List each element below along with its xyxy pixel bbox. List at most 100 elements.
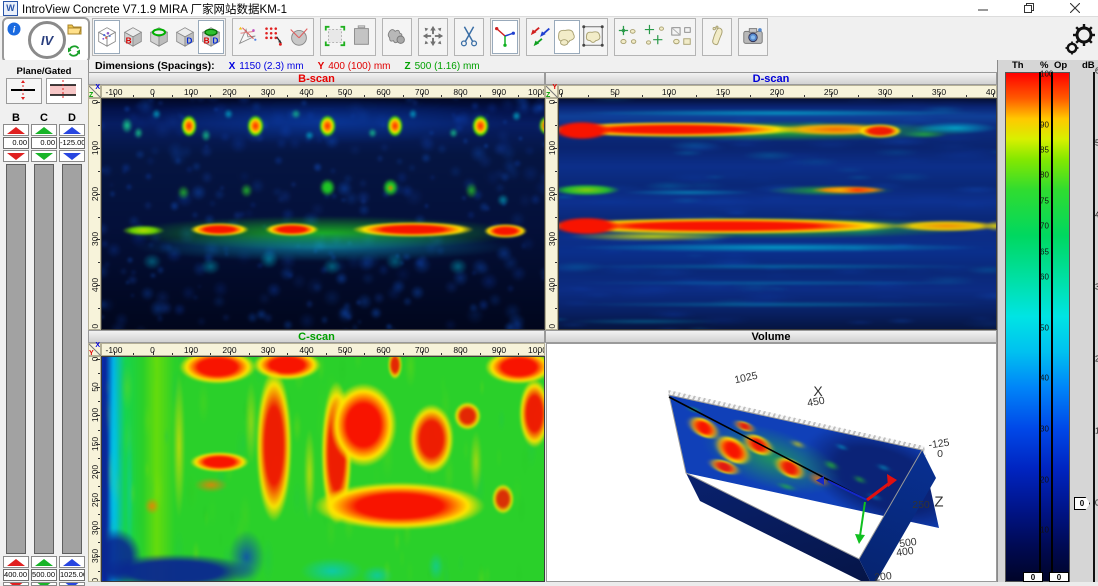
top-value-field[interactable]: 0.00: [3, 137, 29, 149]
axis-tick: [96, 472, 100, 473]
view-b-scan-cube-button[interactable]: B: [120, 20, 146, 54]
slider-track[interactable]: [62, 164, 82, 554]
slider-track[interactable]: [6, 164, 26, 554]
view-c-scan-cube-button[interactable]: [146, 20, 172, 54]
spin-down-button[interactable]: [59, 150, 85, 162]
axis-tick: [345, 93, 346, 97]
axis-minor-tick: [287, 95, 288, 98]
opacity-line[interactable]: [1051, 72, 1053, 582]
axis-minor-tick: [98, 514, 101, 515]
view-volume-cube-button[interactable]: [94, 20, 120, 54]
arrows-rgb-icon: [529, 24, 553, 51]
crosshair-blobs-button[interactable]: [616, 20, 642, 54]
opacity-bottom-handle[interactable]: 0: [1049, 572, 1069, 582]
db-zero-marker[interactable]: 0: [1074, 497, 1090, 510]
spin-up-button[interactable]: [31, 124, 57, 136]
c-scan-title: C-scan: [298, 331, 335, 343]
b-scan-image[interactable]: [101, 98, 545, 330]
blob-cluster-button[interactable]: [554, 20, 580, 54]
move-arrows-button[interactable]: [420, 20, 446, 54]
axis-minor-tick: [364, 95, 365, 98]
arrows-rgb-button[interactable]: [528, 20, 554, 54]
axis-minor-tick: [441, 353, 442, 356]
down-arrow-icon: [7, 582, 25, 586]
threshold-bottom-handle[interactable]: 0: [1023, 572, 1043, 582]
minimize-button[interactable]: [960, 0, 1006, 16]
axis-gizmo-button[interactable]: [492, 20, 518, 54]
maximize-button[interactable]: [1006, 0, 1052, 16]
axis-tick: [114, 93, 115, 97]
sphere-tool-button[interactable]: [286, 20, 312, 54]
camera-button[interactable]: [740, 20, 766, 54]
expand-corners-button[interactable]: [322, 20, 348, 54]
slider-track[interactable]: [34, 164, 54, 554]
axis-tick: [153, 93, 154, 97]
b-scan-vertical-ruler: 0100200300400500: [88, 98, 101, 330]
heatmap-layers: [101, 98, 545, 330]
bottom-value-field[interactable]: 500.00: [31, 569, 57, 581]
puzzle-pan-button[interactable]: [384, 20, 410, 54]
axis-tick: [230, 93, 231, 97]
axis-tick: [422, 351, 423, 355]
scissors-button[interactable]: [456, 20, 482, 54]
crosshair-blobs-alt-button[interactable]: [642, 20, 668, 54]
footprint-button[interactable]: [704, 20, 730, 54]
percent-scale-label: 100: [1040, 70, 1053, 79]
view-d-scan-cube-button[interactable]: D: [172, 20, 198, 54]
axis-tick-label: 500: [88, 319, 101, 330]
c-scan-axis-corner: X Y: [88, 343, 101, 356]
c-scan-image[interactable]: [101, 356, 545, 582]
column-label: B: [3, 112, 29, 124]
spin-up-button[interactable]: [59, 124, 85, 136]
open-file-button[interactable]: [66, 20, 82, 36]
picker-rays-button[interactable]: [234, 20, 260, 54]
axis-tick-label: 1000: [526, 345, 546, 355]
crosshair-blobs-alt-icon: [643, 24, 667, 51]
volume-title: Volume: [752, 331, 791, 343]
axis-minor-tick: [326, 95, 327, 98]
b-scan-axis-corner: X Z: [88, 85, 101, 98]
axis-minor-tick: [480, 353, 481, 356]
rect-blobs-button[interactable]: [668, 20, 694, 54]
bottom-spin-down-button[interactable]: [31, 582, 57, 586]
close-button[interactable]: [1052, 0, 1098, 16]
d-scan-axis-corner: Y Z: [545, 85, 558, 98]
axis-tick: [96, 444, 100, 445]
d-scan-image[interactable]: [558, 98, 997, 330]
spin-down-button[interactable]: [3, 150, 29, 162]
volume-axis-label: 0: [937, 448, 943, 460]
settings-button[interactable]: [1064, 21, 1096, 57]
bottom-value-field[interactable]: 400.00: [3, 569, 29, 581]
axis-tick: [461, 351, 462, 355]
percent-scale-label: 40: [1040, 374, 1049, 383]
axis-minor-tick: [364, 353, 365, 356]
top-value-field[interactable]: 0.00: [31, 137, 57, 149]
bottom-spin-down-button[interactable]: [3, 582, 29, 586]
axis-tick: [114, 351, 115, 355]
axis-minor-tick: [555, 217, 558, 218]
axis-minor-tick: [326, 353, 327, 356]
dots-grid-button[interactable]: [260, 20, 286, 54]
b-scan-horizontal-ruler: -10001002003004005006007008009001000: [101, 85, 545, 98]
spin-down-button[interactable]: [31, 150, 57, 162]
info-button[interactable]: i: [6, 21, 22, 37]
top-value-field[interactable]: -125.00: [59, 137, 85, 149]
view-all-cube-button[interactable]: BD: [198, 20, 224, 54]
axis-tick: [96, 415, 100, 416]
bottom-value-field[interactable]: 1025.00: [59, 569, 85, 581]
blob-frame-button[interactable]: [580, 20, 606, 54]
color-scale-bar[interactable]: [1005, 72, 1070, 582]
panel-square-button[interactable]: [348, 20, 374, 54]
bottom-spin-up-button[interactable]: [59, 556, 85, 568]
refresh-button[interactable]: [66, 43, 82, 59]
axis-tick: [96, 556, 100, 557]
bottom-spin-up-button[interactable]: [31, 556, 57, 568]
bottom-spin-down-button[interactable]: [59, 582, 85, 586]
axis-minor-tick: [966, 95, 967, 98]
bottom-spin-up-button[interactable]: [3, 556, 29, 568]
volume-3d-view[interactable]: 1025X450-1250250Z500400200: [546, 343, 997, 582]
open-folder-icon: [67, 22, 82, 35]
spin-up-button[interactable]: [3, 124, 29, 136]
axis-minor-tick: [98, 217, 101, 218]
blob-cluster-icon: [555, 24, 579, 51]
